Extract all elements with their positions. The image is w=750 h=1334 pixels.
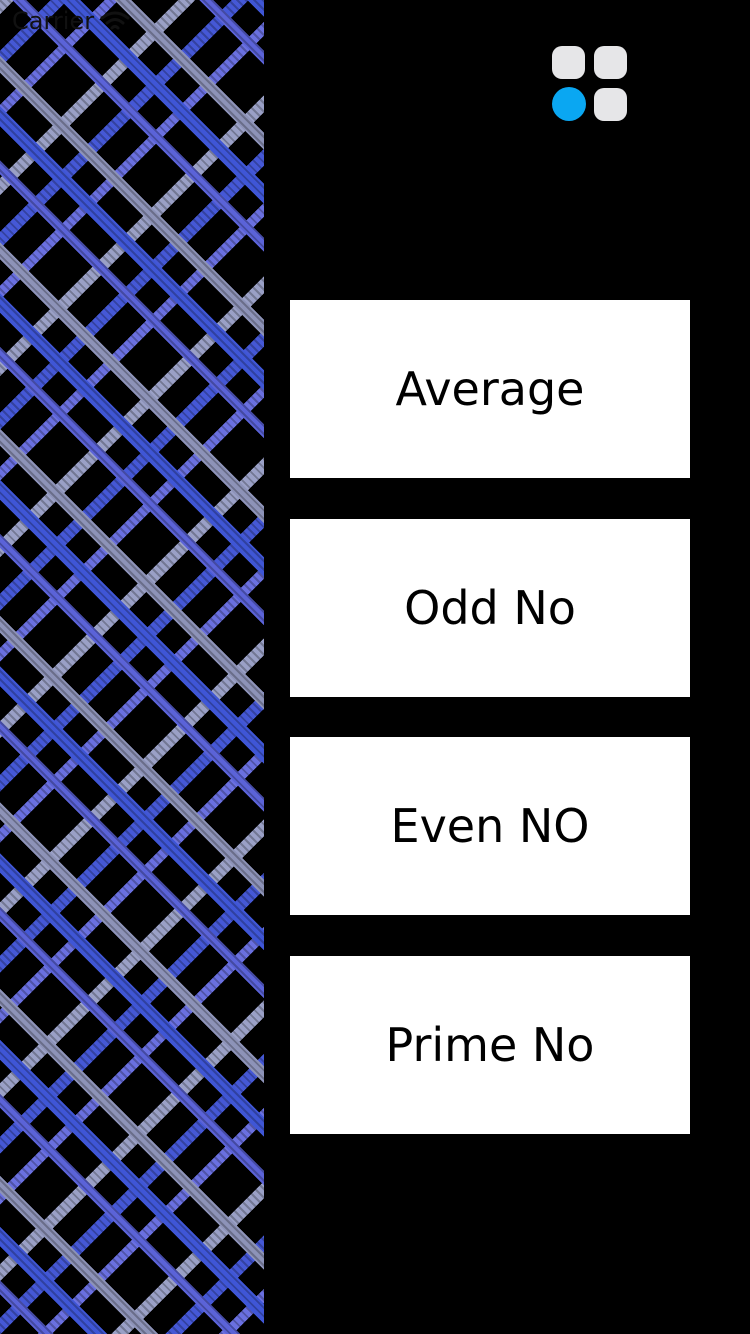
grid-tile [594,46,627,79]
odd-number-button[interactable]: Odd No [290,519,690,697]
app-screen: Carrier Average Odd No Even NO Prime No [0,0,750,1334]
plaid-background-panel [0,0,264,1334]
prime-number-button[interactable]: Prime No [290,956,690,1134]
status-bar: Carrier [12,4,130,38]
grid-tile [552,46,585,79]
average-button[interactable]: Average [290,300,690,478]
wifi-icon [100,10,130,32]
grid-tile [594,88,627,121]
grid-menu-icon[interactable] [552,46,628,122]
carrier-label: Carrier [12,7,95,35]
even-number-button[interactable]: Even NO [290,737,690,915]
grid-dot [552,87,586,121]
